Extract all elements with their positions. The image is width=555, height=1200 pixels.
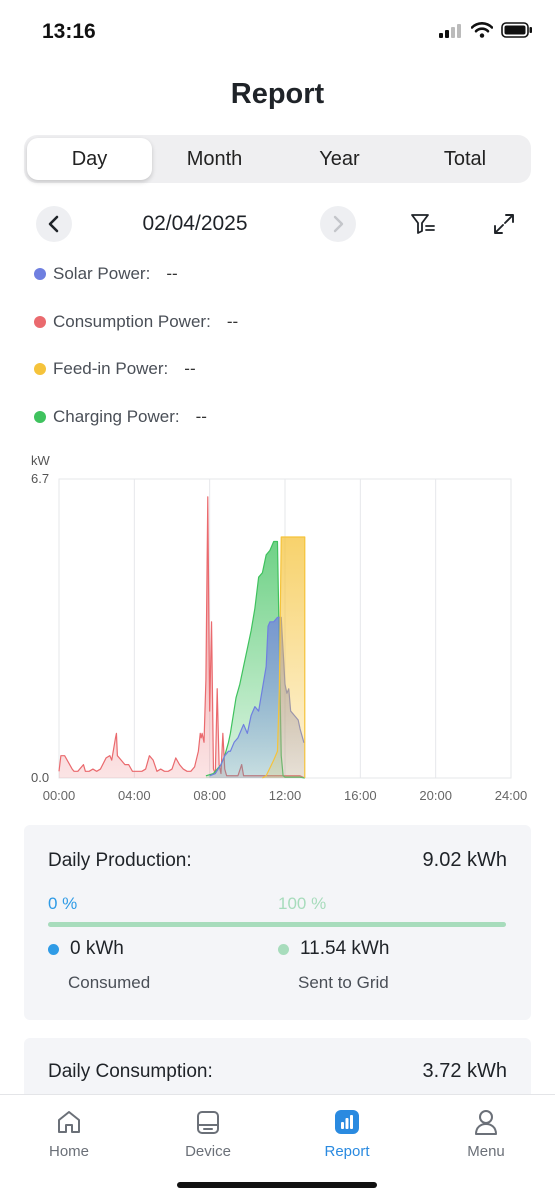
legend-value-feed-in: -- [184, 359, 196, 378]
sent-to-grid-dot [278, 943, 289, 955]
daily-consumption-label: Daily Consumption: [48, 1061, 213, 1082]
sent-to-grid-caption: Sent to Grid [298, 973, 389, 992]
legend-item-solar: Solar Power: -- [34, 262, 178, 286]
tab-device[interactable]: Device [153, 1105, 263, 1160]
status-icons [439, 22, 533, 38]
y-axis-unit-label: kW [31, 453, 51, 468]
legend-dot-solar [34, 268, 46, 280]
tab-month[interactable]: Month [152, 138, 277, 180]
y-tick-label: 6.7 [31, 471, 49, 486]
legend-label-solar: Solar Power: [53, 264, 151, 283]
status-bar: 13:16 [0, 0, 555, 66]
consumed-caption: Consumed [68, 973, 151, 992]
legend-item-consumption: Consumption Power: -- [34, 310, 238, 334]
sent-to-grid-percent: 100 % [278, 894, 327, 913]
battery-icon [501, 22, 532, 38]
legend-value-solar: -- [166, 264, 178, 283]
sent-to-grid-value: 11.54 kWh [300, 938, 390, 959]
x-tick-label: 20:00 [419, 788, 452, 803]
tab-home[interactable]: Home [14, 1105, 124, 1160]
consumed-dot [48, 943, 59, 955]
date-navigation: 02/04/2025 [0, 204, 555, 244]
power-chart[interactable]: 00:00 04:00 08:00 12:00 16:00 20:00 24:00 kW 6.7… [0, 445, 555, 810]
daily-consumption-value: 3.72 kWh [422, 1060, 507, 1082]
device-icon [197, 1111, 219, 1134]
daily-production-label: Daily Production: [48, 850, 192, 871]
y-tick-label: 0.0 [31, 770, 49, 785]
filter-button[interactable] [408, 209, 438, 239]
tab-device-label: Device [185, 1143, 231, 1160]
x-tick-label: 12:00 [269, 788, 302, 803]
legend-label-feed-in: Feed-in Power: [53, 359, 169, 378]
tab-day[interactable]: Day [27, 138, 152, 180]
status-time: 13:16 [42, 20, 96, 43]
production-split-bar [48, 922, 506, 927]
x-tick-label: 24:00 [495, 788, 528, 803]
home-indicator [177, 1182, 377, 1188]
chevron-left-icon [48, 215, 59, 233]
legend-item-charging: Charging Power: -- [34, 405, 207, 429]
production-split-fill [48, 922, 506, 927]
report-icon [335, 1110, 359, 1134]
daily-production-value: 9.02 kWh [422, 849, 507, 871]
legend-dot-consumption [34, 316, 46, 328]
next-day-button[interactable] [320, 206, 356, 242]
legend-dot-feed-in [34, 363, 46, 375]
consumed-value: 0 kWh [70, 938, 124, 959]
legend-value-consumption: -- [226, 312, 239, 331]
legend-label-charging: Charging Power: [53, 407, 180, 426]
fullscreen-button[interactable] [489, 209, 519, 239]
chevron-right-icon [333, 215, 344, 233]
x-tick-label: 00:00 [43, 788, 76, 803]
legend-item-feed-in: Feed-in Power: -- [34, 357, 196, 381]
tab-total[interactable]: Total [402, 138, 528, 180]
tab-report[interactable]: Report [292, 1105, 402, 1160]
x-tick-label: 16:00 [344, 788, 377, 803]
selected-date[interactable]: 02/04/2025 [100, 212, 290, 236]
tab-menu-label: Menu [467, 1143, 505, 1160]
wifi-icon [471, 22, 493, 38]
user-icon [475, 1110, 497, 1135]
legend-label-consumption: Consumption Power: [53, 312, 211, 331]
tab-report-label: Report [324, 1143, 370, 1160]
sent-to-grid-stat: 11.54 kWh [278, 938, 389, 960]
legend-dot-charging [34, 411, 46, 423]
previous-day-button[interactable] [36, 206, 72, 242]
tab-menu[interactable]: Menu [431, 1105, 541, 1160]
x-tick-label: 08:00 [193, 788, 226, 803]
tab-home-label: Home [48, 1143, 89, 1160]
expand-icon [494, 214, 514, 234]
consumed-stat: 0 kWh [48, 938, 124, 960]
consumed-percent: 0 % [48, 894, 78, 913]
home-icon [58, 1111, 80, 1133]
page-title: Report [230, 78, 325, 110]
filter-icon [411, 214, 435, 234]
daily-production-card: Daily Production: 9.02 kWh 0 % 100 % 0 k… [24, 825, 531, 1020]
cellular-signal-icon [439, 24, 461, 38]
period-segmented-control: Day Month Year Total [24, 135, 531, 183]
tab-year[interactable]: Year [277, 138, 402, 180]
x-tick-label: 04:00 [118, 788, 151, 803]
legend-value-charging: -- [195, 407, 207, 426]
